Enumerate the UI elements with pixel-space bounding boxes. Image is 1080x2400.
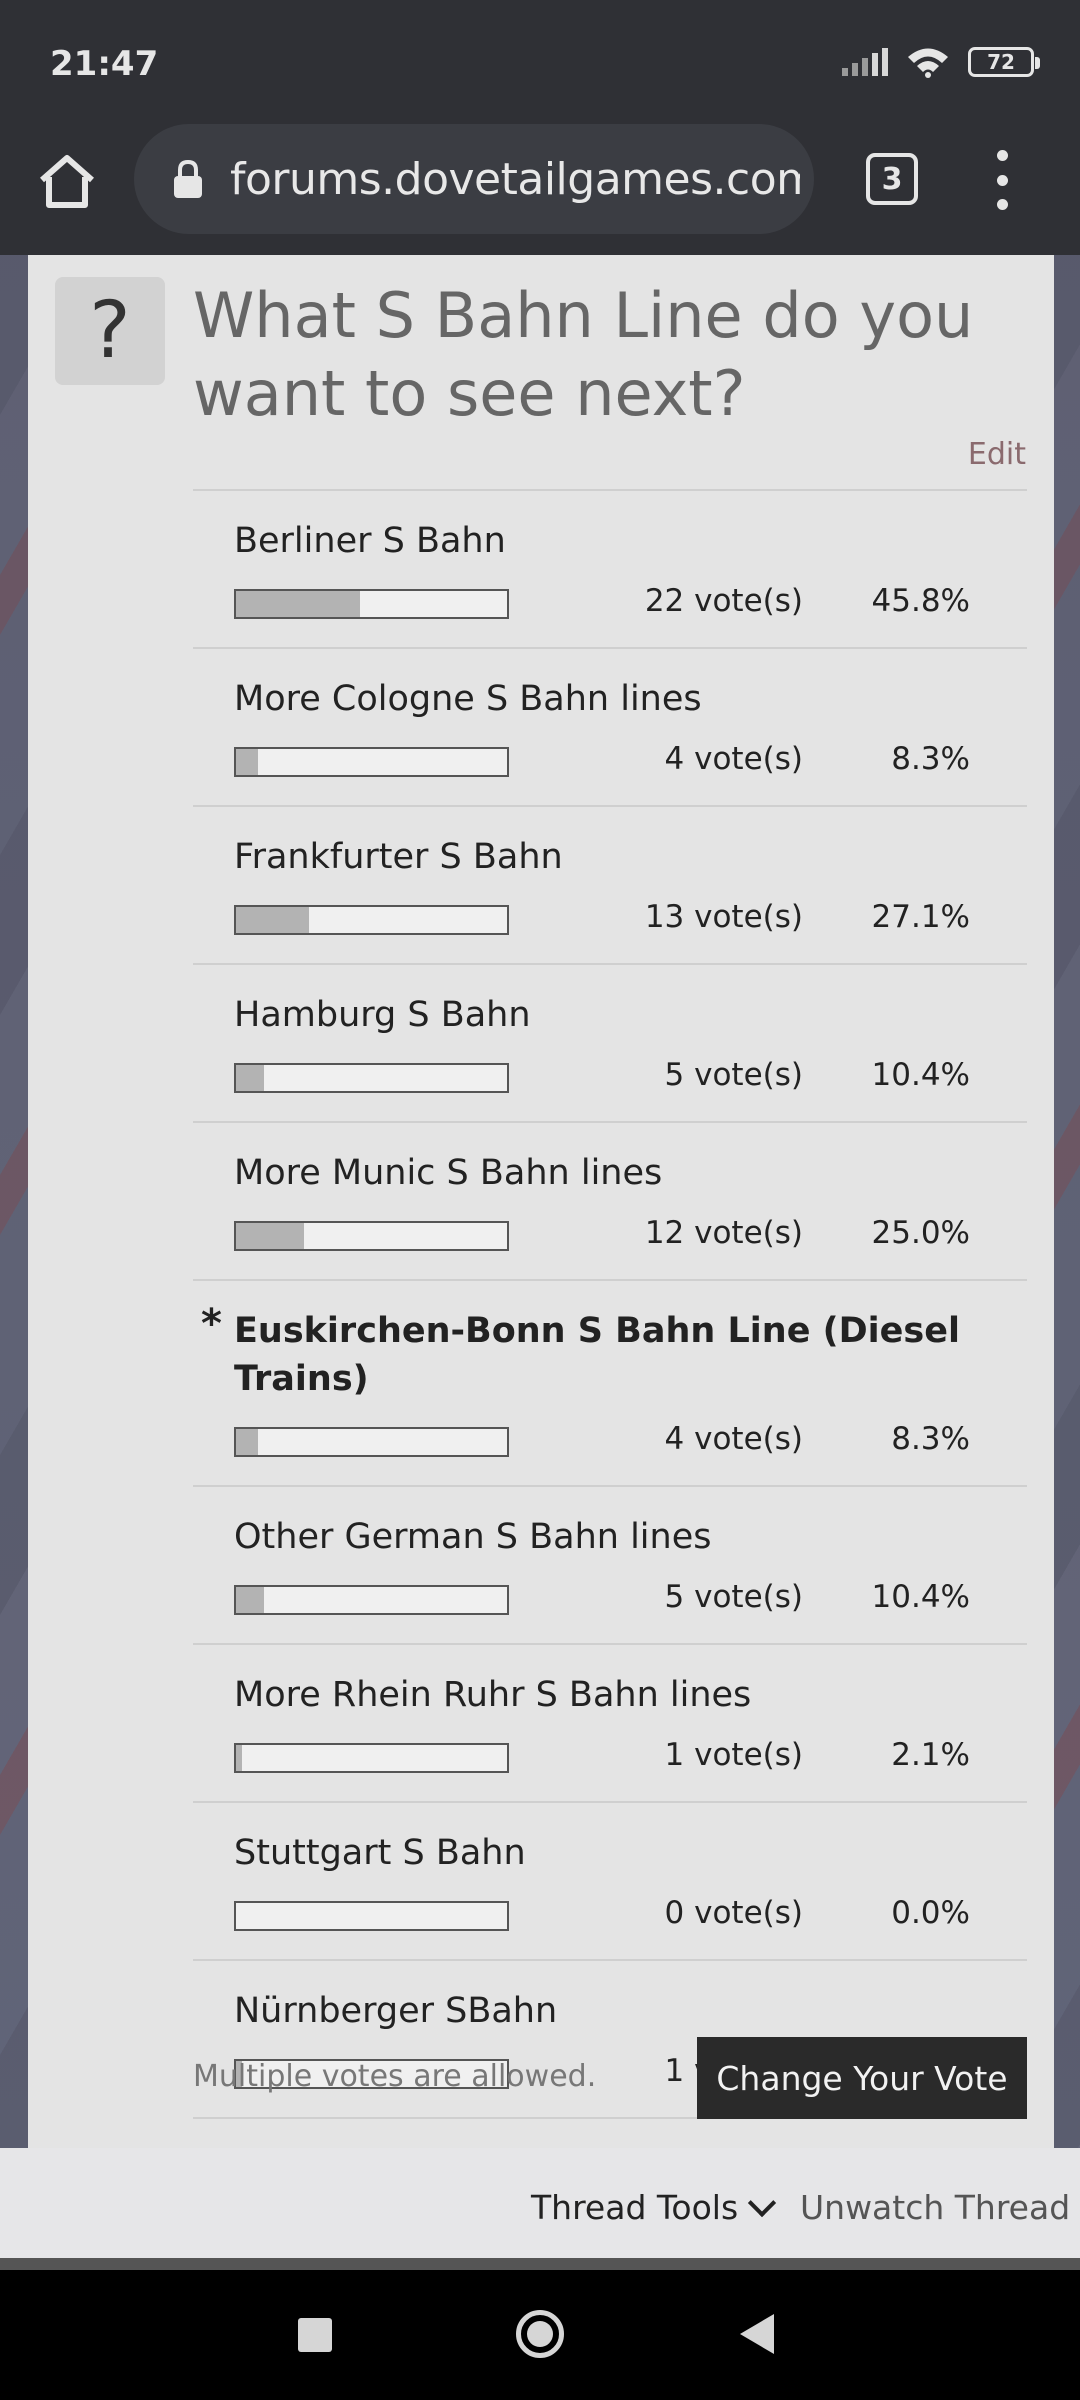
vote-count: 22 vote(s): [644, 583, 803, 619]
vote-count: 13 vote(s): [644, 899, 803, 935]
poll-option-label: Euskirchen-Bonn S Bahn Line (Diesel Trai…: [234, 1311, 960, 1399]
vote-bar-fill: [236, 1429, 259, 1455]
vote-bar-fill: [236, 1745, 242, 1771]
navigation-bar: [0, 2270, 1080, 2400]
vote-percent: 27.1%: [871, 899, 970, 935]
thread-tools-label: Thread Tools: [531, 2188, 739, 2227]
poll-option-result: 13 vote(s) 27.1%: [193, 881, 1027, 963]
chevron-down-icon: [748, 2188, 777, 2217]
battery-icon: 72: [968, 47, 1040, 77]
poll-option-result: 5 vote(s) 10.4%: [193, 1039, 1027, 1121]
poll-option: Stuttgart S Bahn 0 vote(s) 0.0%: [193, 1803, 1027, 1961]
vote-percent: 2.1%: [891, 1737, 970, 1773]
vote-bar: [234, 1743, 509, 1773]
poll-title: What S Bahn Line do you want to see next…: [193, 279, 974, 430]
poll-option-result: 12 vote(s) 25.0%: [193, 1197, 1027, 1279]
tab-switcher-button[interactable]: 3: [866, 153, 918, 205]
poll-option: Berliner S Bahn 22 vote(s) 45.8%: [193, 491, 1027, 649]
home-icon[interactable]: [36, 150, 98, 212]
poll-option-result: 4 vote(s) 8.3%: [193, 723, 1027, 805]
vote-bar-fill: [236, 749, 259, 775]
poll-card: ? What S Bahn Line do you want to see ne…: [28, 255, 1054, 2148]
change-vote-button[interactable]: Change Your Vote: [697, 2037, 1027, 2119]
edit-link[interactable]: Edit: [968, 437, 1026, 472]
poll-option-result: 22 vote(s) 45.8%: [193, 565, 1027, 647]
vote-percent: 8.3%: [891, 741, 970, 777]
vote-percent: 45.8%: [871, 583, 970, 619]
vote-percent: 10.4%: [871, 1579, 970, 1615]
page-bottom-rule: [0, 2258, 1080, 2270]
poll-option: More Rhein Ruhr S Bahn lines 1 vote(s) 2.1…: [193, 1645, 1027, 1803]
vote-bar-fill: [236, 591, 361, 617]
vote-count: 4 vote(s): [664, 741, 803, 777]
unwatch-thread-link[interactable]: Unwatch Thread: [800, 2188, 1070, 2227]
poll-option: Hamburg S Bahn 5 vote(s) 10.4%: [193, 965, 1027, 1123]
poll-options: Berliner S Bahn 22 vote(s) 45.8% More Colog…: [28, 491, 1054, 2119]
poll-option-label: Frankfurter S Bahn: [234, 837, 563, 877]
poll-option-result: 1 vote(s) 2.1%: [193, 1719, 1027, 1801]
question-icon: ?: [55, 277, 165, 385]
vote-bar: [234, 1221, 509, 1251]
battery-level: 72: [987, 50, 1015, 74]
vote-percent: 10.4%: [871, 1057, 970, 1093]
vote-bar-fill: [236, 1587, 265, 1613]
poll-footer: Multiple votes are allowed. Change Your …: [193, 2037, 1027, 2127]
signal-icon: [842, 48, 888, 76]
vote-count: 0 vote(s): [664, 1895, 803, 1931]
address-bar[interactable]: forums.dovetailgames.com: [134, 124, 814, 234]
multiple-votes-note: Multiple votes are allowed.: [193, 2059, 597, 2094]
vote-bar: [234, 1901, 509, 1931]
url-text: forums.dovetailgames.com: [230, 153, 800, 205]
vote-count: 5 vote(s): [664, 1057, 803, 1093]
status-icons: 72: [842, 46, 1040, 78]
poll-option-result: 5 vote(s) 10.4%: [193, 1561, 1027, 1643]
status-time: 21:47: [50, 44, 159, 84]
poll-option-label: Berliner S Bahn: [234, 521, 506, 561]
lock-icon: [174, 160, 202, 198]
poll-option-label: Nürnberger SBahn: [234, 1991, 558, 2031]
poll-option: More Cologne S Bahn lines 4 vote(s) 8.3%: [193, 649, 1027, 807]
browser-toolbar: forums.dovetailgames.com 3: [0, 120, 1080, 255]
vote-bar: [234, 1063, 509, 1093]
selected-vote-marker: *: [201, 1301, 222, 1347]
recents-icon[interactable]: [298, 2318, 332, 2352]
wifi-icon: [908, 48, 948, 78]
vote-bar: [234, 589, 509, 619]
poll-option-result: 0 vote(s) 0.0%: [193, 1877, 1027, 1959]
poll-option: Other German S Bahn lines 5 vote(s) 10.4%: [193, 1487, 1027, 1645]
poll-option-label: Stuttgart S Bahn: [234, 1833, 526, 1873]
vote-bar: [234, 747, 509, 777]
vote-bar: [234, 1427, 509, 1457]
poll-option: More Munic S Bahn lines 12 vote(s) 25.0%: [193, 1123, 1027, 1281]
poll-option-label: More Munic S Bahn lines: [234, 1153, 663, 1193]
vote-percent: 0.0%: [891, 1895, 970, 1931]
vote-bar-fill: [236, 907, 310, 933]
vote-bar-fill: [236, 1223, 304, 1249]
vote-bar: [234, 905, 509, 935]
home-nav-icon[interactable]: [516, 2310, 564, 2358]
poll-option-label: More Cologne S Bahn lines: [234, 679, 702, 719]
vote-count: 5 vote(s): [664, 1579, 803, 1615]
poll-option-result: 4 vote(s) 8.3%: [193, 1403, 1027, 1485]
vote-bar: [234, 1585, 509, 1615]
back-icon[interactable]: [740, 2314, 774, 2354]
vote-count: 12 vote(s): [644, 1215, 803, 1251]
poll-option: * Euskirchen-Bonn S Bahn Line (Diesel Tra…: [193, 1281, 1027, 1487]
status-bar: 21:47 72: [0, 0, 1080, 120]
more-vert-icon[interactable]: [992, 150, 1012, 210]
poll-option-label: Hamburg S Bahn: [234, 995, 531, 1035]
thread-tools-menu[interactable]: Thread Tools: [531, 2188, 777, 2227]
vote-percent: 25.0%: [871, 1215, 970, 1251]
thread-tools-row: Thread Tools Unwatch Thread: [0, 2148, 1080, 2258]
vote-count: 1 vote(s): [664, 1737, 803, 1773]
poll-option-label: Other German S Bahn lines: [234, 1517, 712, 1557]
vote-percent: 8.3%: [891, 1421, 970, 1457]
vote-count: 4 vote(s): [664, 1421, 803, 1457]
vote-bar-fill: [236, 1065, 265, 1091]
poll-option-label: More Rhein Ruhr S Bahn lines: [234, 1675, 752, 1715]
poll-option: Frankfurter S Bahn 13 vote(s) 27.1%: [193, 807, 1027, 965]
